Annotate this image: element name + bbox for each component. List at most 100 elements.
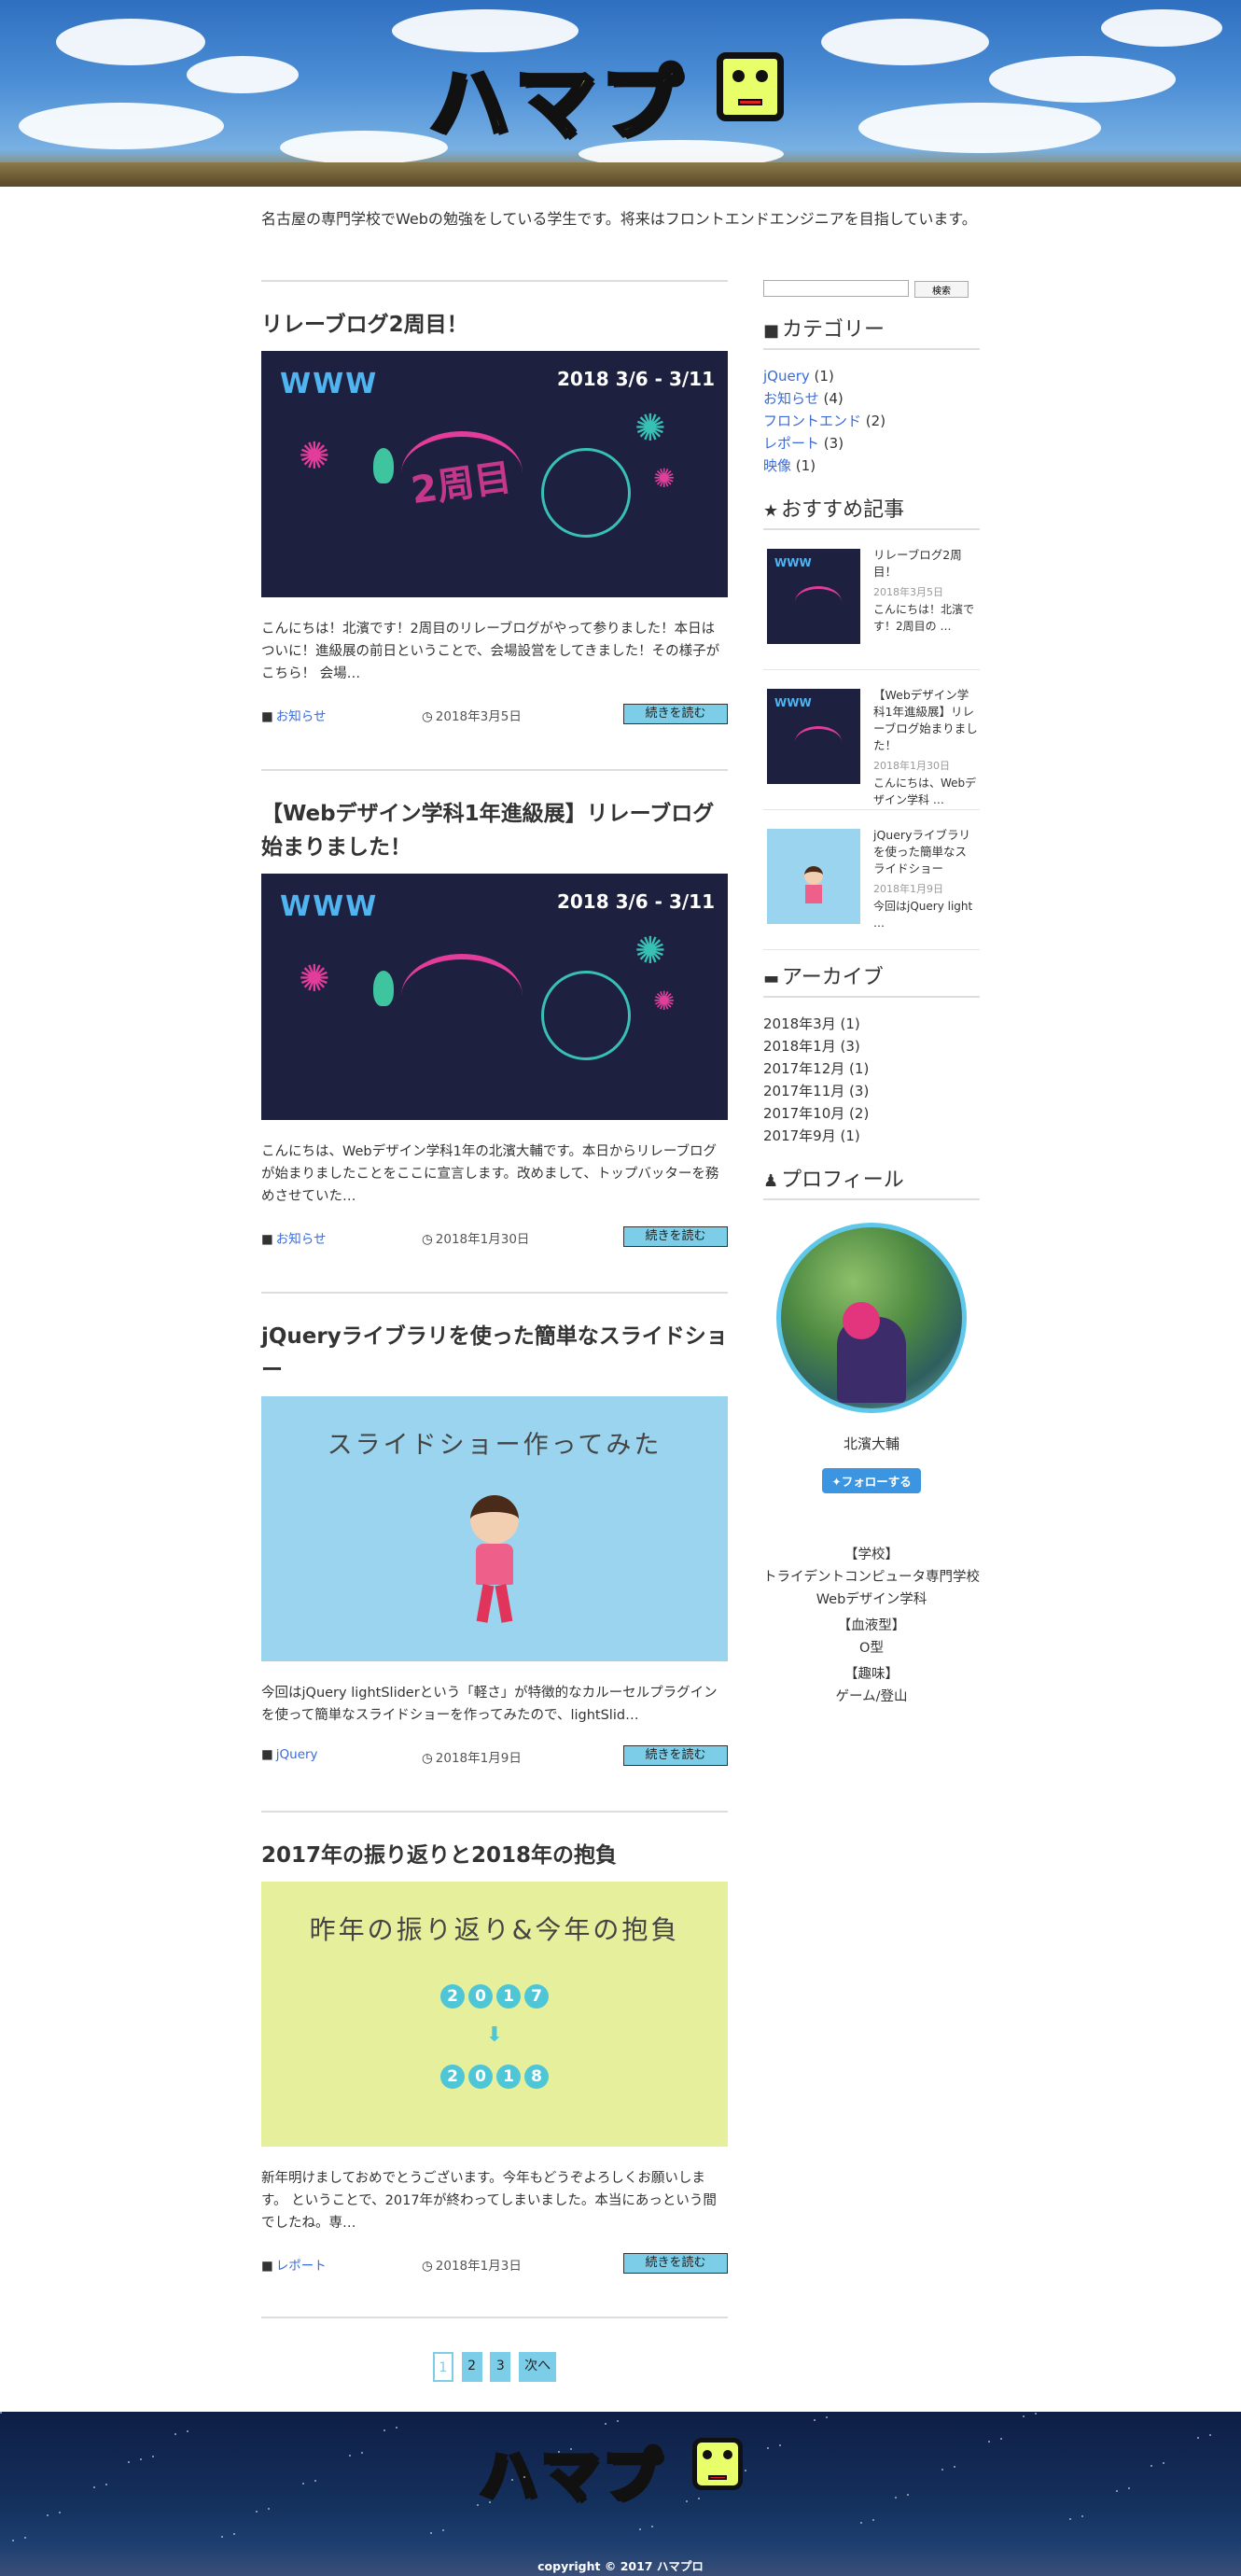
star-decoration — [233, 2533, 235, 2535]
archive-link[interactable]: 2017年9月 — [763, 1127, 836, 1144]
post-category-link[interactable]: レポート — [276, 2259, 327, 2274]
recommended-title: おすすめ記事 — [781, 498, 905, 522]
archive-icon: ▬ — [763, 969, 780, 988]
recommended-title-link[interactable]: リレーブログ2周目！ — [873, 547, 978, 581]
thumb-caption: スライドショー作ってみた — [327, 1431, 662, 1460]
post-thumbnail[interactable]: スライドショー作ってみた — [261, 1396, 728, 1661]
post-thumbnail[interactable]: 昨年の振り返り&今年の抱負 2017 ⬇ 2018 — [261, 1882, 728, 2147]
post-thumbnail[interactable]: WWW 2018 3/6 - 3/11 2周目 ✺ ✺ ✺ — [261, 351, 728, 597]
page-3-link[interactable]: 3 — [490, 2352, 511, 2382]
post-date: 2018年1月9日 — [435, 1751, 522, 1766]
read-more-button[interactable]: 続きを読む — [623, 1745, 728, 1766]
star-decoration — [779, 2444, 781, 2446]
profile-info-heading: 【趣味】 — [844, 1667, 899, 1682]
recommended-thumbnail[interactable]: WWW — [767, 549, 860, 644]
star-decoration — [1069, 2518, 1071, 2520]
star-decoration — [314, 2480, 316, 2482]
clock-icon: ◷ — [422, 1232, 433, 1247]
thumb-year-from: 2017 — [261, 1984, 728, 2009]
site-description: 名古屋の専門学校でWebの勉強をしている学生です。将来はフロントエンドエンジニア… — [261, 210, 977, 228]
profile-info-value: トライデントコンピュータ専門学校 Webデザイン学科 — [763, 1570, 980, 1607]
archive-count: (3) — [840, 1038, 860, 1055]
category-count: (1) — [814, 368, 834, 385]
next-page-link[interactable]: 次へ — [519, 2352, 557, 2382]
recommended-item[interactable]: WWW 【Webデザイン学科1年進級展】リレーブログ始まりました！ 2018年1… — [763, 670, 980, 810]
year-digit: 2 — [440, 1984, 465, 2009]
read-more-button[interactable]: 続きを読む — [623, 704, 728, 724]
archive-count: (1) — [849, 1060, 870, 1077]
post-category-link[interactable]: お知らせ — [276, 709, 327, 724]
recommended-thumbnail[interactable]: WWW — [767, 689, 860, 784]
star-decoration — [872, 2519, 874, 2521]
archive-link[interactable]: 2017年12月 — [763, 1060, 844, 1077]
archive-link[interactable]: 2017年10月 — [763, 1105, 844, 1122]
category-link[interactable]: 映像 — [763, 457, 791, 474]
star-decoration — [187, 2430, 188, 2432]
footer-logo[interactable]: ハマプ — [476, 2429, 774, 2513]
category-link[interactable]: お知らせ — [763, 390, 819, 407]
folder-icon: ■ — [763, 321, 780, 341]
search-button[interactable]: 検索 — [914, 281, 969, 298]
twitter-follow-button[interactable]: ✦フォローする — [822, 1468, 921, 1493]
star-decoration — [105, 2484, 107, 2485]
list-item: フロントエンド (2) — [763, 410, 980, 432]
star-decoration — [349, 2455, 351, 2457]
star-decoration — [745, 2470, 746, 2471]
year-digit: 1 — [496, 1984, 521, 2009]
recommended-item[interactable]: WWW リレーブログ2周目！ 2018年3月5日 こんにちは！北濱です！2周目の… — [763, 530, 980, 670]
folder-icon: ■ — [261, 2259, 273, 2274]
archive-link[interactable]: 2018年3月 — [763, 1015, 836, 1032]
star-decoration — [430, 2532, 432, 2534]
post-category-link[interactable]: jQuery — [276, 1747, 318, 1762]
search-form: 検索 — [763, 280, 980, 299]
recommended-thumbnail[interactable] — [767, 829, 860, 924]
star-decoration — [477, 2504, 479, 2506]
post-title[interactable]: jQueryライブラリを使った簡単なスライドショー — [261, 1320, 728, 1387]
site-logo[interactable]: ハマプ — [420, 37, 821, 153]
post-thumbnail[interactable]: WWW 2018 3/6 - 3/11 ✺ ✺ ✺ — [261, 874, 728, 1120]
post-date: 2018年3月5日 — [435, 709, 522, 724]
category-link[interactable]: フロントエンド — [763, 413, 861, 429]
thumb-brand: WWW — [280, 890, 379, 923]
recommended-title-link[interactable]: jQueryライブラリを使った簡単なスライドショー — [873, 827, 978, 877]
site-header: ハマプ — [0, 0, 1241, 187]
category-link[interactable]: jQuery — [763, 368, 810, 385]
list-item: 2017年9月 (1) — [763, 1125, 980, 1147]
logo-face-icon — [692, 2438, 743, 2490]
star-decoration — [570, 2448, 572, 2450]
archive-list: 2018年3月 (1) 2018年1月 (3) 2017年12月 (1) 201… — [763, 1013, 980, 1147]
year-digit: 0 — [468, 2065, 493, 2089]
avatar — [776, 1223, 967, 1413]
post-category-link[interactable]: お知らせ — [276, 1232, 327, 1247]
profile-info-heading: 【血液型】 — [837, 1618, 906, 1633]
post-excerpt: こんにちは、Webデザイン学科1年の北濱大輔です。本日からリレーブログが始まりま… — [261, 1144, 719, 1204]
read-more-button[interactable]: 続きを読む — [623, 1226, 728, 1247]
recommended-item[interactable]: jQueryライブラリを使った簡単なスライドショー 2018年1月9日 今回はj… — [763, 810, 980, 950]
archive-count: (3) — [849, 1083, 870, 1099]
post-title[interactable]: リレーブログ2周目！ — [261, 308, 728, 342]
category-count: (3) — [823, 435, 844, 452]
star-decoration — [523, 2476, 525, 2478]
site-footer: ハマプ copyright © 2017 ハマプロ — [0, 2412, 1241, 2576]
star-decoration — [814, 2419, 816, 2421]
star-decoration — [767, 2447, 769, 2449]
star-decoration — [442, 2529, 444, 2531]
star-decoration — [605, 2423, 607, 2425]
star-decoration — [511, 2479, 513, 2481]
search-input[interactable] — [763, 280, 909, 297]
post-title[interactable]: 【Webデザイン学科1年進級展】リレーブログ始まりました！ — [261, 797, 728, 864]
archive-link[interactable]: 2018年1月 — [763, 1038, 836, 1055]
post-excerpt: こんにちは！北濱です！2周目のリレーブログがやって参りました！本日はついに！進級… — [261, 622, 720, 681]
list-item: レポート (3) — [763, 432, 980, 455]
post-title[interactable]: 2017年の振り返りと2018年の抱負 — [261, 1839, 728, 1872]
list-item: 2017年11月 (3) — [763, 1080, 980, 1102]
category-link[interactable]: レポート — [763, 435, 819, 452]
recommended-excerpt: こんにちは、Webデザイン学科 … — [873, 777, 977, 806]
recommended-excerpt: 今回はjQuery light … — [873, 900, 973, 930]
archive-link[interactable]: 2017年11月 — [763, 1083, 844, 1099]
page-2-link[interactable]: 2 — [461, 2352, 482, 2382]
read-more-button[interactable]: 続きを読む — [623, 2253, 728, 2274]
recommended-title-link[interactable]: 【Webデザイン学科1年進級展】リレーブログ始まりました！ — [873, 687, 978, 754]
profile-info: 【学校】 トライデントコンピュータ専門学校 Webデザイン学科 【血液型】 O型 【… — [763, 1544, 980, 1708]
page-1-link[interactable]: 1 — [432, 2352, 453, 2382]
